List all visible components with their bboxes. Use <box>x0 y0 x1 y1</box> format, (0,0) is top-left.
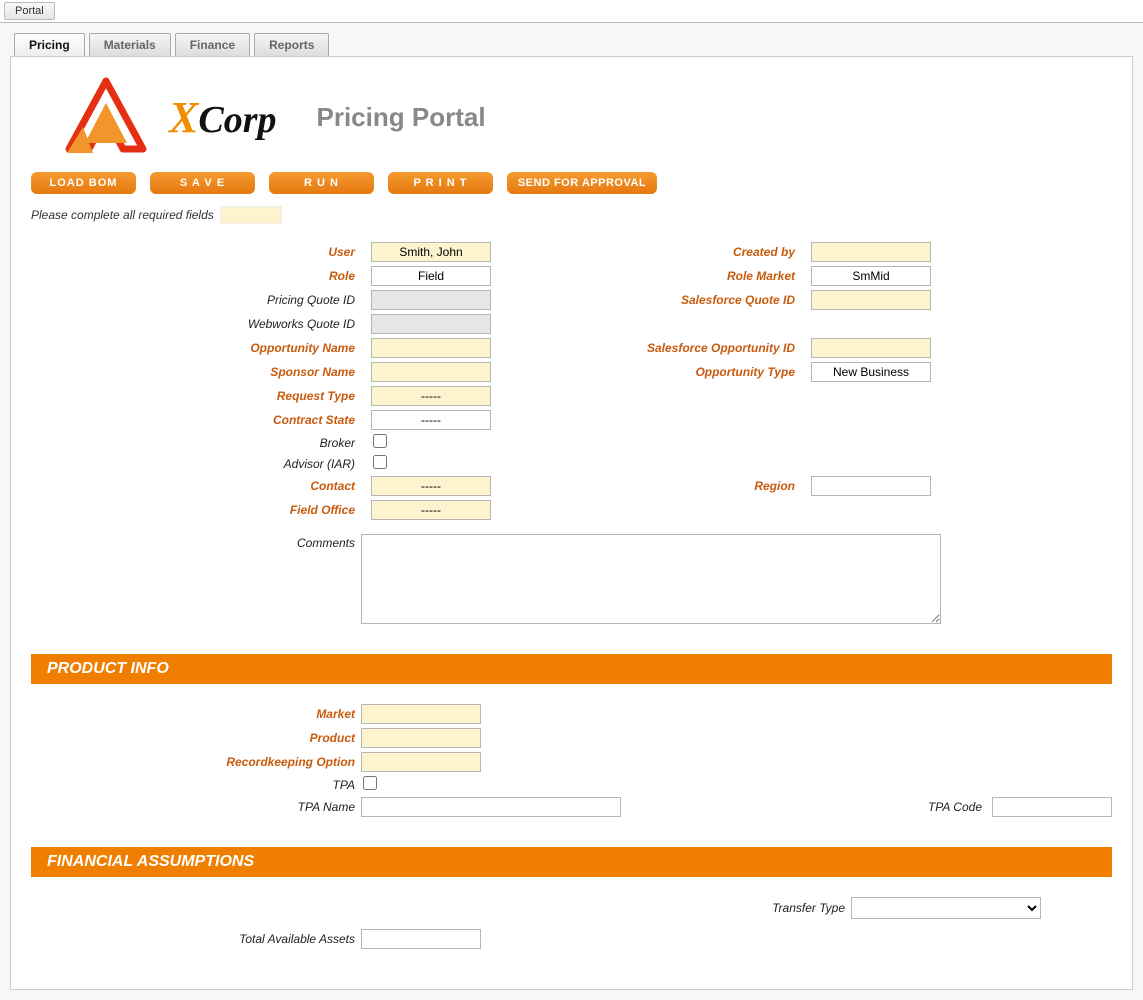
tpa-checkbox[interactable] <box>363 776 377 790</box>
region-field[interactable] <box>811 476 931 496</box>
role-market-field[interactable] <box>811 266 931 286</box>
tab-reports[interactable]: Reports <box>254 33 329 56</box>
pricing-quote-id-field[interactable] <box>371 290 491 310</box>
market-label: Market <box>41 707 361 721</box>
opportunity-type-field[interactable] <box>811 362 931 382</box>
transfer-type-label: Transfer Type <box>681 901 851 915</box>
send-for-approval-button[interactable]: SEND FOR APPROVAL <box>507 172 657 194</box>
tab-row: Pricing Materials Finance Reports <box>10 33 1133 56</box>
tab-pricing[interactable]: Pricing <box>14 33 85 56</box>
advisor-checkbox[interactable] <box>373 455 387 469</box>
sponsor-name-label: Sponsor Name <box>41 365 361 379</box>
broker-label: Broker <box>41 436 361 450</box>
total-available-assets-field[interactable] <box>361 929 481 949</box>
region-label: Region <box>501 479 801 493</box>
advisor-label: Advisor (IAR) <box>41 457 361 471</box>
request-type-label: Request Type <box>41 389 361 403</box>
contract-state-label: Contract State <box>41 413 361 427</box>
created-by-field[interactable] <box>811 242 931 262</box>
recordkeeping-option-field[interactable] <box>361 752 481 772</box>
logo-icon <box>61 77 151 157</box>
request-type-field[interactable] <box>371 386 491 406</box>
comments-textarea[interactable] <box>361 534 941 624</box>
print-button[interactable]: P R I N T <box>388 172 493 194</box>
salesforce-opportunity-id-field[interactable] <box>811 338 931 358</box>
opportunity-name-label: Opportunity Name <box>41 341 361 355</box>
contact-label: Contact <box>41 479 361 493</box>
comments-label: Comments <box>41 534 361 550</box>
role-field[interactable] <box>371 266 491 286</box>
market-field[interactable] <box>361 704 481 724</box>
salesforce-quote-id-field[interactable] <box>811 290 931 310</box>
salesforce-opportunity-id-label: Salesforce Opportunity ID <box>501 341 801 355</box>
product-field[interactable] <box>361 728 481 748</box>
field-office-label: Field Office <box>41 503 361 517</box>
required-field-swatch-icon <box>220 206 282 224</box>
opportunity-name-field[interactable] <box>371 338 491 358</box>
save-button[interactable]: S A V E <box>150 172 255 194</box>
pricing-quote-id-label: Pricing Quote ID <box>41 293 361 307</box>
role-market-label: Role Market <box>501 269 801 283</box>
tpa-label: TPA <box>41 778 361 792</box>
tpa-code-label: TPA Code <box>621 800 992 814</box>
portal-button[interactable]: Portal <box>4 2 55 20</box>
product-info-header: PRODUCT INFO <box>31 654 1112 684</box>
broker-checkbox[interactable] <box>373 434 387 448</box>
tab-materials[interactable]: Materials <box>89 33 171 56</box>
user-field[interactable] <box>371 242 491 262</box>
created-by-label: Created by <box>501 245 801 259</box>
salesforce-quote-id-label: Salesforce Quote ID <box>501 293 801 307</box>
role-label: Role <box>41 269 361 283</box>
product-label: Product <box>41 731 361 745</box>
page-title: Pricing Portal <box>317 102 486 133</box>
transfer-type-select[interactable] <box>851 897 1041 919</box>
financial-assumptions-header: FINANCIAL ASSUMPTIONS <box>31 847 1112 877</box>
contact-field[interactable] <box>371 476 491 496</box>
contract-state-field[interactable] <box>371 410 491 430</box>
instruction-text: Please complete all required fields <box>31 208 214 222</box>
sponsor-name-field[interactable] <box>371 362 491 382</box>
tab-finance[interactable]: Finance <box>175 33 250 56</box>
load-bom-button[interactable]: LOAD BOM <box>31 172 136 194</box>
tpa-name-label: TPA Name <box>41 800 361 814</box>
field-office-field[interactable] <box>371 500 491 520</box>
tpa-code-field[interactable] <box>992 797 1112 817</box>
logo: XCorp <box>61 77 277 157</box>
webworks-quote-id-label: Webworks Quote ID <box>41 317 361 331</box>
run-button[interactable]: R U N <box>269 172 374 194</box>
action-bar: LOAD BOM S A V E R U N P R I N T SEND FO… <box>31 172 1112 194</box>
webworks-quote-id-field[interactable] <box>371 314 491 334</box>
user-label: User <box>41 245 361 259</box>
total-available-assets-label: Total Available Assets <box>41 932 361 946</box>
logo-text: XCorp <box>169 92 277 143</box>
tpa-name-field[interactable] <box>361 797 621 817</box>
recordkeeping-option-label: Recordkeeping Option <box>41 755 361 769</box>
opportunity-type-label: Opportunity Type <box>501 365 801 379</box>
